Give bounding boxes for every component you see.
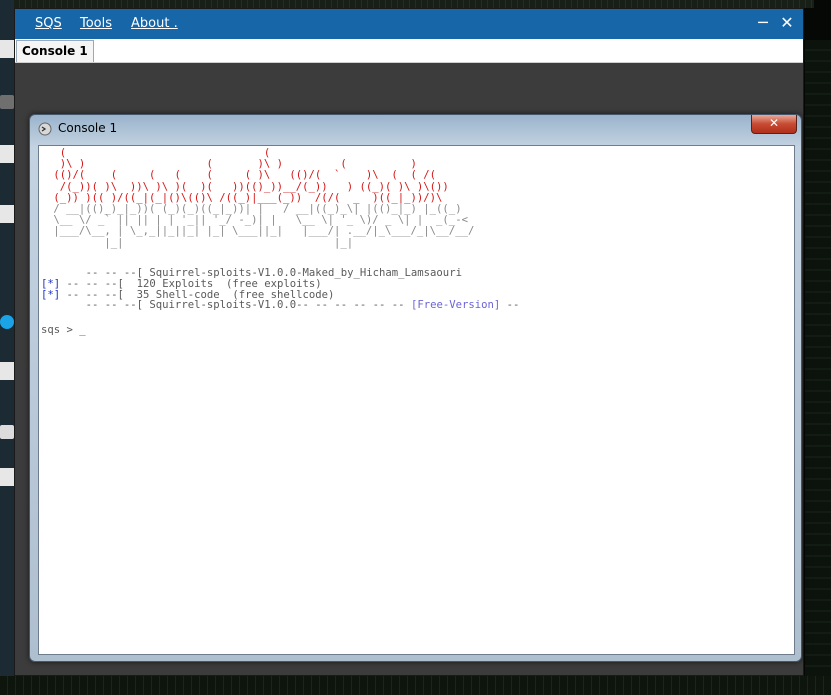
console-output[interactable]: ( ( )\ ) ( )\ ) ( ) (()/( ( ( ( ( ( )\ (… <box>38 145 795 655</box>
console-window-title: Console 1 <box>58 121 118 135</box>
menu-about[interactable]: About . <box>131 16 178 31</box>
version-line-end: -- <box>500 299 520 312</box>
menubar: SQS Tools About . ─ ✕ <box>15 9 803 39</box>
console-info-lines: -- -- --[ Squirrel-sploits-V1.0.0-Maked_… <box>41 268 519 311</box>
close-button[interactable]: ✕ <box>777 12 797 34</box>
ascii-art-banner: ( ( )\ ) ( )\ ) ( ) (()/( ( ( ( ( ( )\ (… <box>53 147 475 249</box>
desktop-background-right <box>805 40 831 695</box>
menu-sqs[interactable]: SQS <box>35 16 62 31</box>
text-file-icon <box>0 425 14 439</box>
desktop-icon-label <box>0 145 14 163</box>
skype-icon <box>0 315 14 329</box>
desktop-background-bottom <box>0 676 831 695</box>
text-cursor: _ <box>79 324 86 336</box>
prompt-text: sqs > <box>41 324 80 336</box>
desktop-background-top <box>14 0 814 8</box>
desktop-background-left <box>0 0 14 695</box>
command-prompt[interactable]: sqs > _ <box>41 324 86 336</box>
desktop-icon-label <box>0 40 14 58</box>
desktop-file-icon <box>0 95 14 109</box>
console-window-icon <box>38 122 52 136</box>
desktop-icon-label <box>0 468 14 486</box>
console-close-button[interactable]: ✕ <box>751 115 797 134</box>
menu-tools[interactable]: Tools <box>80 16 112 31</box>
desktop-icon-label <box>0 205 14 223</box>
minimize-button[interactable]: ─ <box>753 12 773 34</box>
free-version-label: [Free-Version] <box>410 299 501 312</box>
tab-console-1[interactable]: Console 1 <box>16 40 94 62</box>
desktop-icon-label <box>0 362 14 380</box>
version-line: -- -- --[ Squirrel-sploits-V1.0.0-- -- -… <box>41 299 411 312</box>
console-window: Console 1 ✕ ( ( )\ ) ( )\ ) ( ) (()/( ( … <box>29 114 802 662</box>
tab-bar: Console 1 <box>15 39 803 63</box>
